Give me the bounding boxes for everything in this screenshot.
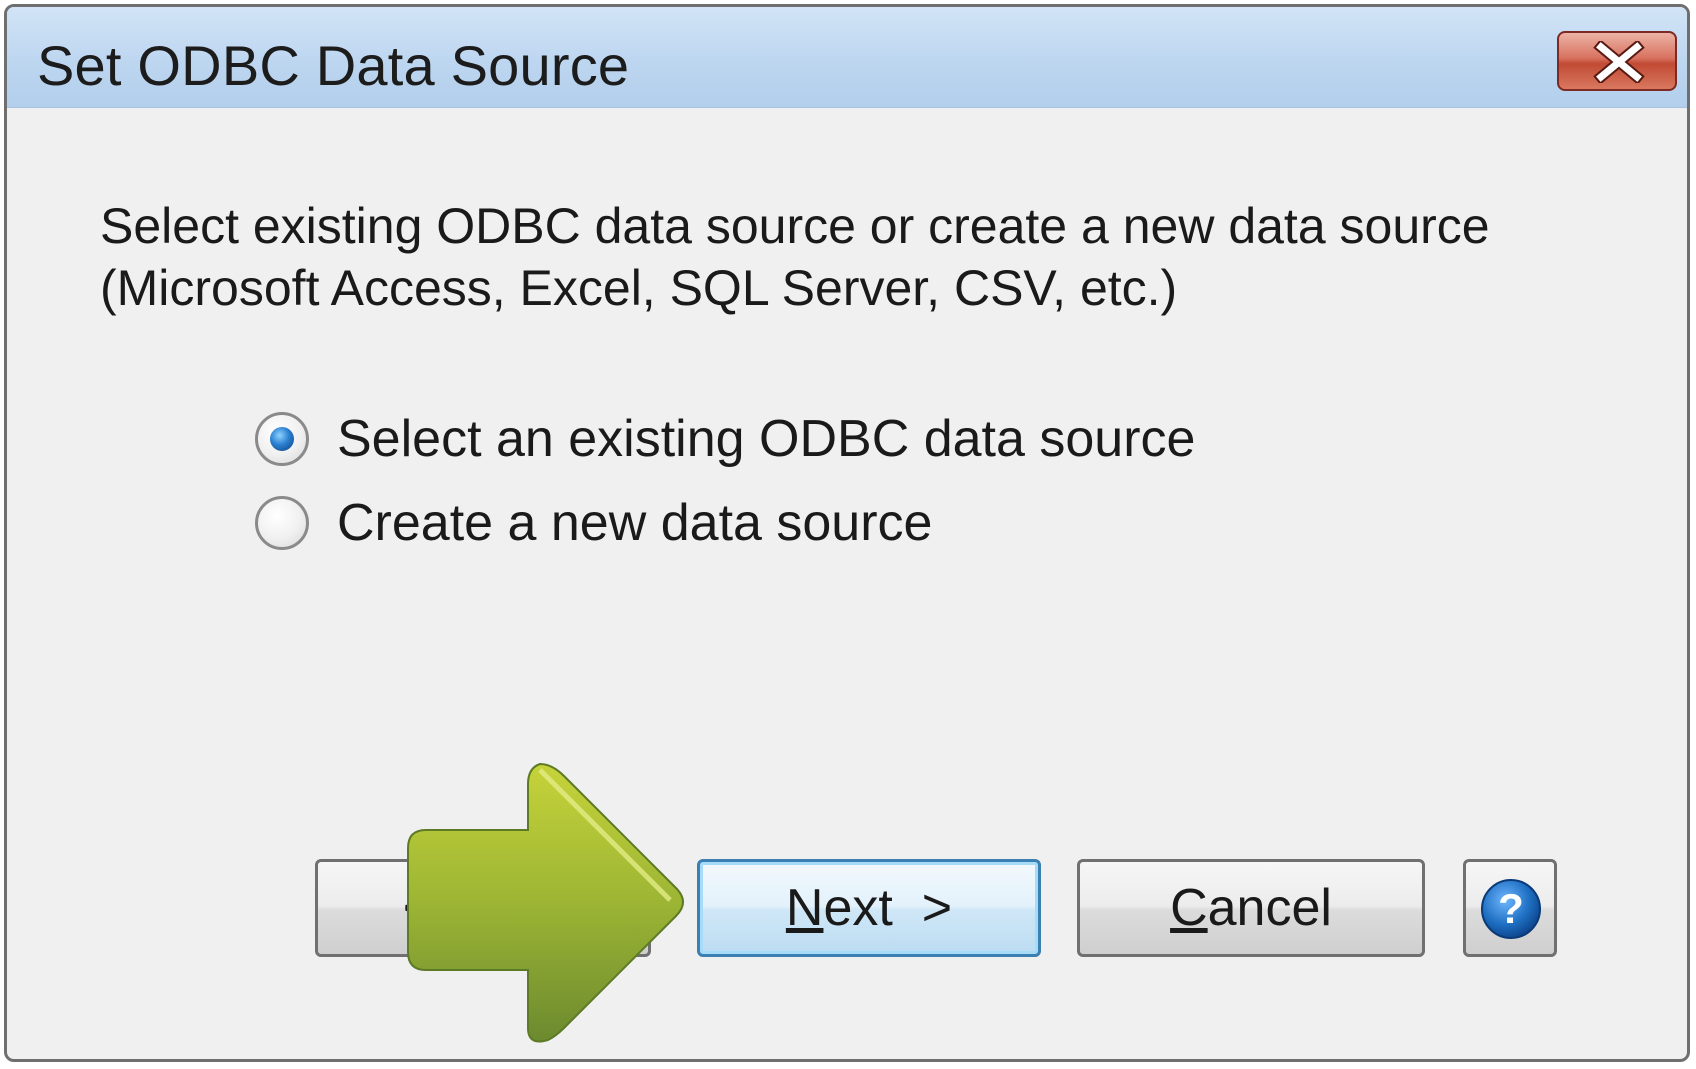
close-button[interactable]: [1557, 31, 1677, 91]
dialog-window: Set ODBC Data Source Select existing ODB…: [4, 4, 1690, 1062]
cancel-button[interactable]: Cancel: [1077, 859, 1425, 957]
option-select-existing[interactable]: Select an existing ODBC data source: [255, 407, 1195, 471]
cancel-button-label: ancel: [1207, 879, 1332, 937]
next-button[interactable]: Next >: [697, 859, 1041, 957]
back-button[interactable]: < Back: [315, 859, 651, 957]
description-text: Select existing ODBC data source or crea…: [100, 195, 1600, 319]
svg-text:?: ?: [1498, 885, 1524, 932]
next-button-mnemonic: N: [785, 879, 824, 937]
radio-select-existing[interactable]: [255, 412, 309, 466]
option-create-new[interactable]: Create a new data source: [255, 491, 932, 555]
option-create-new-label[interactable]: Create a new data source: [337, 493, 932, 553]
help-button[interactable]: ?: [1463, 859, 1557, 957]
window-title: Set ODBC Data Source: [37, 34, 630, 97]
radio-create-new[interactable]: [255, 496, 309, 550]
cancel-button-mnemonic: C: [1170, 879, 1208, 937]
next-button-label: ext >: [823, 879, 953, 937]
back-button-label: < Back: [402, 879, 564, 937]
title-bar[interactable]: Set ODBC Data Source: [7, 7, 1687, 108]
option-select-existing-label[interactable]: Select an existing ODBC data source: [337, 409, 1195, 469]
help-question-icon: ?: [1481, 879, 1541, 939]
description-line-2: (Microsoft Access, Excel, SQL Server, CS…: [100, 260, 1178, 316]
description-line-1: Select existing ODBC data source or crea…: [100, 198, 1490, 254]
close-icon: [1593, 41, 1645, 83]
